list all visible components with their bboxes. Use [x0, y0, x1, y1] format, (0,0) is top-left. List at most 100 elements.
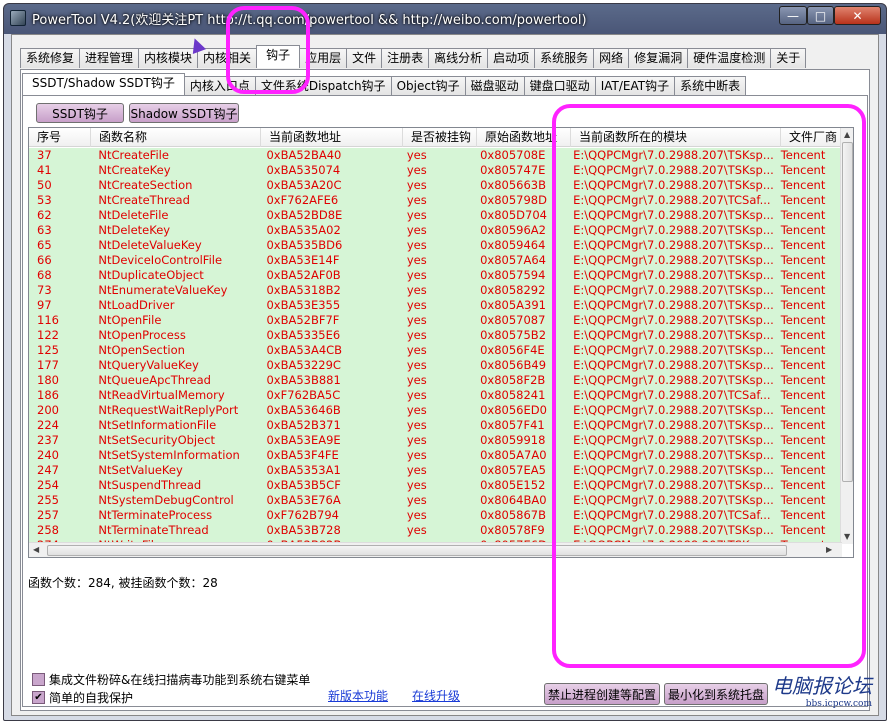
- table-cell: 0xF762BA5C: [266, 388, 341, 402]
- column-header[interactable]: 当前函数地址: [261, 128, 403, 147]
- main-tab[interactable]: 应用层: [299, 48, 348, 68]
- column-header[interactable]: 是否被挂钩: [403, 128, 477, 147]
- table-row[interactable]: 247 NtSetValueKey 0xBA5353A1 yes 0x8057EA5 E:…: [29, 463, 842, 478]
- sub-tab[interactable]: 文件系统Dispatch钩子: [254, 76, 392, 95]
- table-cell: 0xBA53A4CB: [266, 343, 343, 357]
- horizontal-scrollbar[interactable]: ◀ ▶: [29, 542, 842, 557]
- scroll-right-icon[interactable]: ▶: [826, 545, 832, 554]
- table-row[interactable]: 50 NtCreateSection 0xBA53A20C yes 0x805663B E…: [29, 178, 842, 193]
- sub-tab[interactable]: 键盘口驱动: [523, 76, 596, 95]
- column-header[interactable]: 函数名称: [91, 128, 261, 147]
- table-cell: 0x8058241: [480, 388, 546, 402]
- table-cell: 0x8057594: [480, 268, 546, 282]
- online-upgrade-link[interactable]: 在线升级: [412, 687, 460, 704]
- table-cell: 62: [37, 208, 52, 222]
- sub-tab[interactable]: 系统中断表: [674, 76, 747, 95]
- table-cell: NtDeleteKey: [98, 223, 171, 237]
- table-row[interactable]: 237 NtSetSecurityObject 0xBA53EA9E yes 0x805…: [29, 433, 842, 448]
- shadow-ssdt-hook-button[interactable]: Shadow SSDT钩子: [129, 103, 239, 123]
- table-cell: 63: [37, 223, 52, 237]
- main-tab[interactable]: 网络: [593, 48, 630, 68]
- table-cell: 0xBA52BA40: [266, 148, 342, 162]
- main-tab[interactable]: 文件: [346, 48, 383, 68]
- table-cell: yes: [406, 268, 427, 282]
- table-cell: 0x805E152: [480, 478, 546, 492]
- horizontal-scroll-thumb[interactable]: [47, 545, 787, 556]
- table-row[interactable]: 97 NtLoadDriver 0xBA53E355 yes 0x805A391 E:\Q…: [29, 298, 842, 313]
- table-row[interactable]: 125 NtOpenSection 0xBA53A4CB yes 0x8056F4E E:…: [29, 343, 842, 358]
- main-tab[interactable]: 进程管理: [79, 48, 140, 68]
- table-row[interactable]: 66 NtDeviceIoControlFile 0xBA53E14F yes 0x80…: [29, 253, 842, 268]
- table-row[interactable]: 186 NtReadVirtualMemory 0xF762BA5C yes 0x805…: [29, 388, 842, 403]
- table-row[interactable]: 68 NtDuplicateObject 0xBA52AF0B yes 0x805759…: [29, 268, 842, 283]
- sub-tab[interactable]: SSDT/Shadow SSDT钩子: [22, 73, 185, 95]
- sub-tab[interactable]: 内核入口点: [183, 76, 256, 95]
- table-cell: NtCreateFile: [98, 148, 169, 162]
- main-tab[interactable]: 注册表: [381, 48, 430, 68]
- table-row[interactable]: 240 NtSetSystemInformation 0xBA53F4FE yes 0x…: [29, 448, 842, 463]
- column-header[interactable]: 当前函数所在的模块: [571, 128, 781, 147]
- main-tab[interactable]: 启动项: [487, 48, 536, 68]
- table-cell: E:\QQPCMgr\7.0.2988.207\TSKsp...: [573, 463, 773, 477]
- table-row[interactable]: 63 NtDeleteKey 0xBA535A02 yes 0x80596A2 E:\QQ…: [29, 223, 842, 238]
- main-tab[interactable]: 内核相关: [197, 48, 258, 68]
- vertical-scrollbar[interactable]: ▲ ▼: [840, 128, 853, 544]
- scroll-left-icon[interactable]: ◀: [33, 545, 39, 554]
- vertical-scroll-thumb[interactable]: [842, 142, 853, 482]
- new-features-link[interactable]: 新版本功能: [328, 687, 388, 704]
- table-row[interactable]: 73 NtEnumerateValueKey 0xBA5318B2 yes 0x8058…: [29, 283, 842, 298]
- minimize-to-tray-button[interactable]: 最小化到系统托盘: [664, 683, 768, 705]
- table-cell: 0xBA535074: [266, 163, 341, 177]
- sub-tab[interactable]: Object钩子: [390, 76, 466, 95]
- table-cell: 258: [37, 523, 59, 537]
- table-row[interactable]: 180 NtQueueApcThread 0xBA53B881 yes 0x8058F2…: [29, 373, 842, 388]
- integrate-context-menu-option[interactable]: 集成文件粉碎&在线扫描病毒功能到系统右键菜单: [32, 671, 310, 688]
- table-cell: 180: [37, 373, 59, 387]
- table-cell: yes: [406, 253, 427, 267]
- main-tab[interactable]: 关于: [770, 48, 807, 68]
- table-row[interactable]: 41 NtCreateKey 0xBA535074 yes 0x805747E E:\QQ…: [29, 163, 842, 178]
- maximize-button[interactable]: □: [807, 6, 834, 25]
- app-icon: [10, 10, 26, 26]
- minimize-button[interactable]: —: [779, 6, 807, 25]
- table-row[interactable]: 200 NtRequestWaitReplyPort 0xBA53646B yes 0x…: [29, 403, 842, 418]
- main-tab[interactable]: 修复漏洞: [628, 48, 689, 68]
- table-row[interactable]: 224 NtSetInformationFile 0xBA52B371 yes 0x80…: [29, 418, 842, 433]
- sub-tab[interactable]: IAT/EAT钩子: [594, 76, 676, 95]
- title-bar[interactable]: PowerTool V4.2(欢迎关注PT http://t.qq.com/po…: [10, 4, 886, 32]
- main-tab[interactable]: 内核模块: [138, 48, 199, 68]
- table-row[interactable]: 257 NtTerminateProcess 0xF762B794 yes 0x8058…: [29, 508, 842, 523]
- table-row[interactable]: 254 NtSuspendThread 0xBA53B5CF yes 0x805E152…: [29, 478, 842, 493]
- main-tab[interactable]: 系统服务: [534, 48, 595, 68]
- main-tab[interactable]: 硬件温度检测: [687, 48, 772, 68]
- scroll-down-icon[interactable]: ▼: [844, 532, 850, 541]
- forbid-process-config-button[interactable]: 禁止进程创建等配置: [544, 683, 660, 705]
- main-tab[interactable]: 离线分析: [428, 48, 489, 68]
- column-header[interactable]: 原始函数地址: [477, 128, 571, 147]
- table-cell: yes: [406, 448, 427, 462]
- table-cell: NtSetSystemInformation: [98, 448, 240, 462]
- checkbox-icon[interactable]: [32, 673, 45, 686]
- table-row[interactable]: 255 NtSystemDebugControl 0xBA53E76A yes 0x80…: [29, 493, 842, 508]
- main-tab[interactable]: 系统修复: [20, 48, 81, 68]
- close-button[interactable]: ✕: [834, 6, 881, 25]
- table-row[interactable]: 122 NtOpenProcess 0xBA5335E6 yes 0x80575B2 E:…: [29, 328, 842, 343]
- table-row[interactable]: 116 NtOpenFile 0xBA52BF7F yes 0x8057087 E:\QQ…: [29, 313, 842, 328]
- table-row[interactable]: 62 NtDeleteFile 0xBA52BD8E yes 0x805D704 E:\Q…: [29, 208, 842, 223]
- table-row[interactable]: 65 NtDeleteValueKey 0xBA535BD6 yes 0x8059464…: [29, 238, 842, 253]
- self-protect-option[interactable]: ✔ 简单的自我保护: [32, 689, 133, 706]
- table-cell: Tencent: [780, 178, 826, 192]
- column-header[interactable]: 序号: [29, 128, 91, 147]
- checkbox-checked-icon[interactable]: ✔: [32, 691, 45, 704]
- ssdt-hook-button[interactable]: SSDT钩子: [36, 103, 124, 123]
- scroll-up-icon[interactable]: ▲: [844, 130, 850, 139]
- table-cell: E:\QQPCMgr\7.0.2988.207\TSKsp...: [573, 418, 773, 432]
- table-cell: NtSetSecurityObject: [98, 433, 216, 447]
- main-tab[interactable]: 钩子: [256, 45, 301, 68]
- sub-tab[interactable]: 磁盘驱动: [464, 76, 525, 95]
- table-row[interactable]: 177 NtQueryValueKey 0xBA53229C yes 0x8056B49…: [29, 358, 842, 373]
- table-row[interactable]: 53 NtCreateThread 0xF762AFE6 yes 0x805798D E:…: [29, 193, 842, 208]
- table-cell: E:\QQPCMgr\7.0.2988.207\TSKsp...: [573, 358, 773, 372]
- table-row[interactable]: 258 NtTerminateThread 0xBA53B728 yes 0x80578…: [29, 523, 842, 538]
- table-row[interactable]: 37 NtCreateFile 0xBA52BA40 yes 0x805708E E:\Q…: [29, 148, 842, 163]
